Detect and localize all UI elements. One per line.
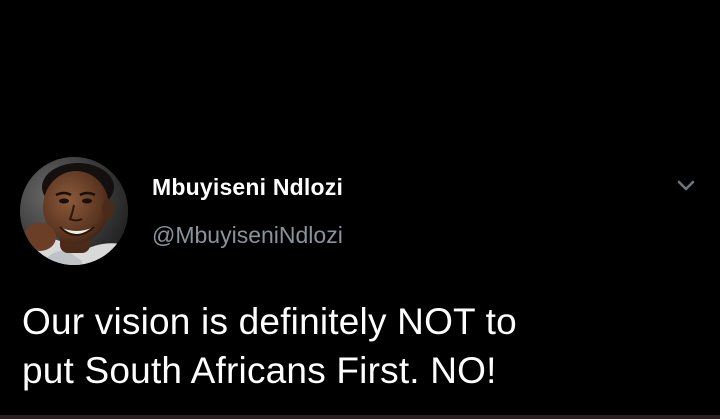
tweet-text-line: put South Africans First. NO! — [22, 350, 497, 391]
chevron-down-icon[interactable] — [674, 175, 698, 195]
tweet-text: Our vision is definitely NOT to put Sout… — [22, 297, 702, 395]
tweet-text-line: Our vision is definitely NOT to — [22, 301, 517, 342]
tweet-card[interactable]: Mbuyiseni Ndlozi @MbuyiseniNdlozi Our vi… — [0, 0, 720, 419]
avatar[interactable] — [20, 157, 128, 265]
author-handle[interactable]: @MbuyiseniNdlozi — [152, 222, 343, 249]
screen: Mbuyiseni Ndlozi @MbuyiseniNdlozi Our vi… — [0, 0, 720, 419]
profile-photo-icon — [20, 157, 128, 265]
author-display-name[interactable]: Mbuyiseni Ndlozi — [152, 174, 343, 201]
divider — [0, 415, 720, 419]
